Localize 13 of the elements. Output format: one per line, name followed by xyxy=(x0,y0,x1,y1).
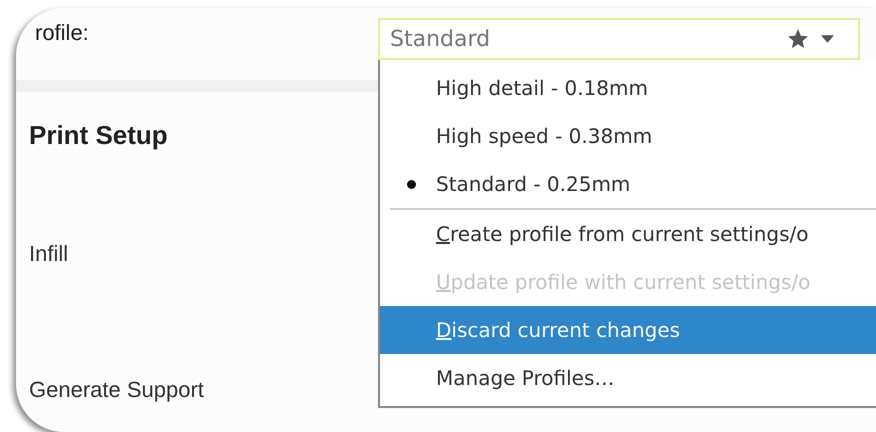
setting-label: Generate Support xyxy=(29,377,205,403)
menu-item[interactable]: Manage Profiles… xyxy=(380,354,876,402)
menu-item[interactable]: High detail - 0.18mm xyxy=(380,64,876,112)
menu-item[interactable]: Standard - 0.25mm xyxy=(380,160,876,208)
menu-item[interactable]: High speed - 0.38mm xyxy=(380,112,876,160)
setting-label: Infill xyxy=(29,241,70,267)
caret-icon[interactable] xyxy=(821,35,834,43)
menu-item[interactable]: Discard current changes xyxy=(380,306,876,354)
profile-dropdown[interactable]: Standard xyxy=(378,18,860,60)
menu-item[interactable]: Create profile from current settings/o xyxy=(380,210,876,258)
section-title: Print Setup xyxy=(29,120,169,151)
star-icon[interactable] xyxy=(787,28,809,50)
profile-label: rofile: xyxy=(35,20,90,46)
